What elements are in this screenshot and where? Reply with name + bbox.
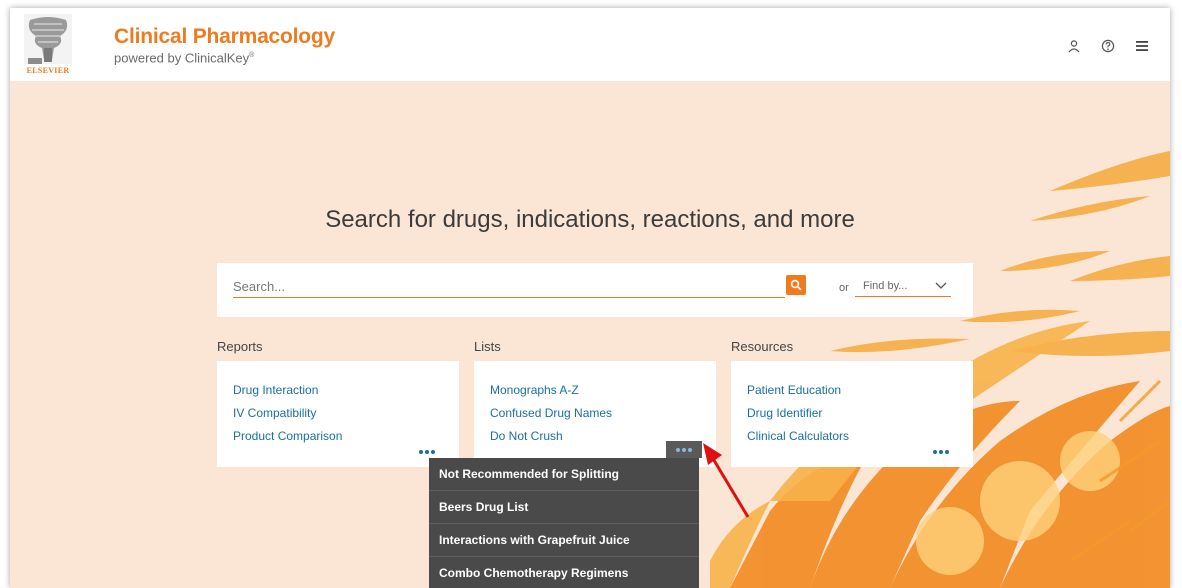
reports-card: Drug Interaction IV Compatibility Produc… [217, 361, 459, 467]
search-panel: or Find by... [217, 263, 973, 317]
search-button[interactable] [786, 275, 806, 295]
resources-link-patient-education[interactable]: Patient Education [747, 379, 849, 402]
resources-card: Patient Education Drug Identifier Clinic… [731, 361, 973, 467]
or-label: or [839, 282, 849, 294]
lists-title: Lists [474, 339, 501, 354]
search-headline: Search for drugs, indications, reactions… [325, 206, 855, 233]
reports-link-iv-compatibility[interactable]: IV Compatibility [233, 402, 342, 425]
menu-item-beers-drug-list[interactable]: Beers Drug List [429, 491, 699, 524]
reports-link-product-comparison[interactable]: Product Comparison [233, 425, 342, 448]
reports-link-drug-interaction[interactable]: Drug Interaction [233, 379, 342, 402]
header-actions [1066, 38, 1150, 54]
lists-link-confused-drug-names[interactable]: Confused Drug Names [490, 402, 612, 425]
resources-list: Patient Education Drug Identifier Clinic… [747, 379, 849, 448]
reports-title: Reports [217, 339, 263, 354]
lists-link-monographs[interactable]: Monographs A-Z [490, 379, 612, 402]
brand-subtitle: powered by ClinicalKey® [114, 49, 335, 65]
resources-more-button[interactable] [930, 445, 952, 459]
resources-title: Resources [731, 339, 794, 354]
reports-more-button[interactable] [416, 445, 438, 459]
brand-block[interactable]: Clinical Pharmacology powered by Clinica… [114, 26, 335, 65]
lists-card: Monographs A-Z Confused Drug Names Do No… [474, 361, 716, 467]
resources-link-clinical-calculators[interactable]: Clinical Calculators [747, 425, 849, 448]
lists-more-button[interactable] [666, 441, 702, 458]
elsevier-logo[interactable]: ELSEVIER [24, 14, 72, 76]
publisher-wordmark: ELSEVIER [26, 66, 70, 75]
menu-item-grapefruit-interactions[interactable]: Interactions with Grapefruit Juice [429, 524, 699, 557]
app-window: ELSEVIER Clinical Pharmacology powered b… [10, 8, 1170, 588]
find-by-dropdown[interactable]: Find by... [855, 275, 951, 297]
menu-item-combo-chemotherapy[interactable]: Combo Chemotherapy Regimens [429, 557, 699, 588]
trademark-mark: ® [249, 52, 255, 59]
lists-link-do-not-crush[interactable]: Do Not Crush [490, 425, 612, 448]
lists-more-menu: Not Recommended for Splitting Beers Drug… [429, 458, 699, 588]
reports-list: Drug Interaction IV Compatibility Produc… [233, 379, 342, 448]
resources-link-drug-identifier[interactable]: Drug Identifier [747, 402, 849, 425]
brand-title: Clinical Pharmacology [114, 25, 336, 48]
brand-subtitle-text: powered by ClinicalKey [114, 50, 250, 66]
hamburger-menu-icon[interactable] [1134, 38, 1150, 54]
help-icon[interactable] [1100, 38, 1116, 54]
search-input[interactable] [233, 275, 785, 298]
lists-list: Monographs A-Z Confused Drug Names Do No… [490, 379, 612, 448]
search-icon [790, 279, 802, 291]
user-icon[interactable] [1066, 38, 1082, 54]
top-bar: ELSEVIER Clinical Pharmacology powered b… [10, 8, 1170, 81]
find-by-label: Find by... [863, 279, 908, 292]
hero-section: Search for drugs, indications, reactions… [10, 81, 1170, 588]
chevron-down-icon [935, 282, 947, 289]
menu-item-not-recommended-splitting[interactable]: Not Recommended for Splitting [429, 458, 699, 491]
